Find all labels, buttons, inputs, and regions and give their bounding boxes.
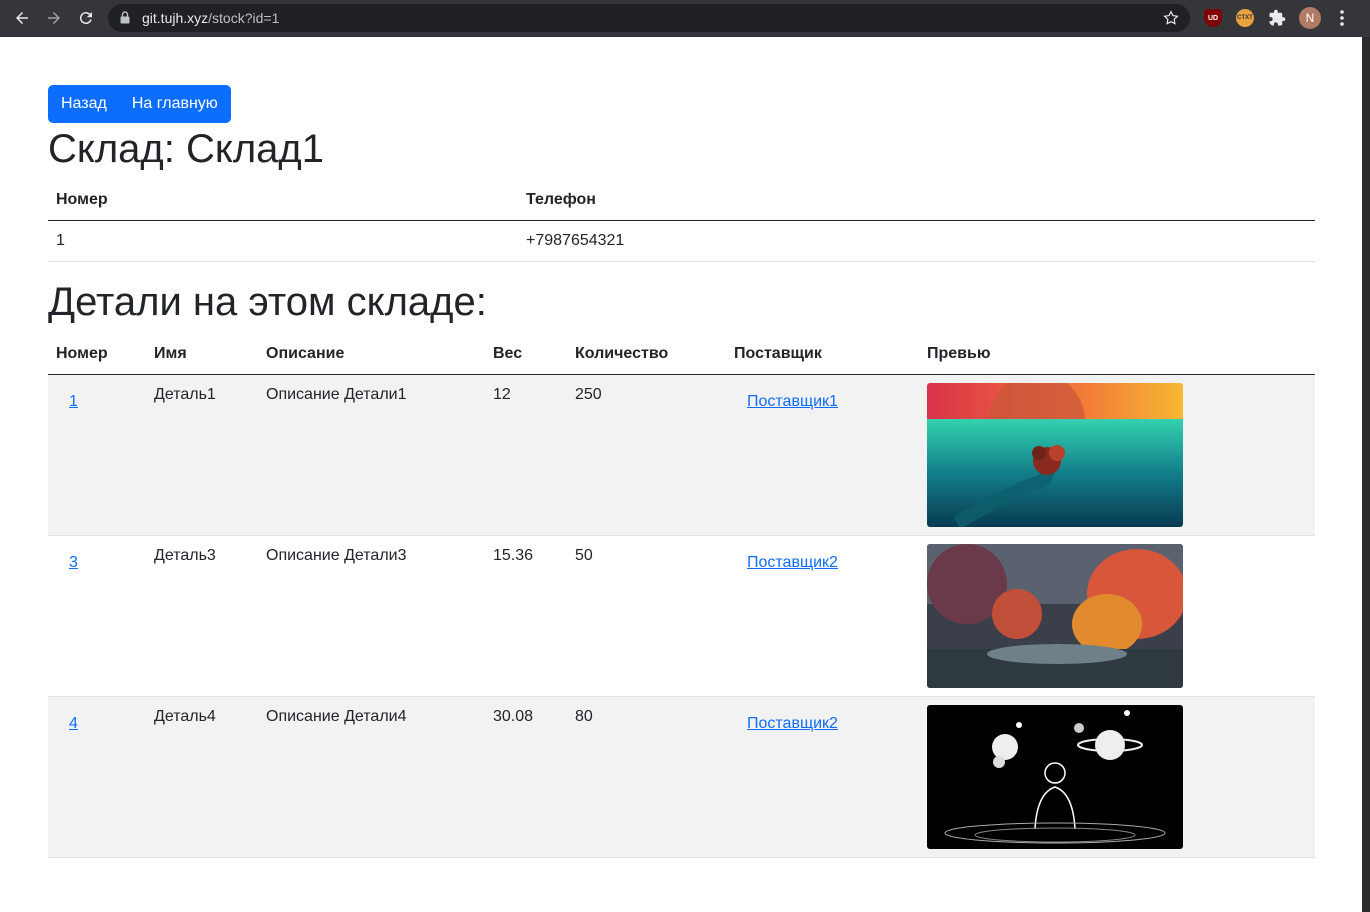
browser-toolbar: git.tujh.xyz/stock?id=1 UD CTXT N	[0, 0, 1370, 37]
ctxt-extension-icon[interactable]: CTXT	[1236, 9, 1254, 27]
reload-icon[interactable]	[75, 7, 97, 29]
preview-image-forest	[927, 543, 1183, 688]
part-weight-cell: 15.36	[493, 546, 534, 564]
part-weight-cell: 12	[493, 385, 511, 403]
header-name: Имя	[154, 344, 187, 362]
part-name-cell: Деталь4	[154, 707, 216, 725]
extensions-puzzle-icon[interactable]	[1268, 9, 1286, 27]
stock-number-cell: 1	[56, 231, 65, 249]
supplier-link[interactable]: Поставщик1	[747, 393, 838, 410]
url-text: git.tujh.xyz/stock?id=1	[142, 10, 280, 26]
header-number: Номер	[56, 344, 108, 362]
table-header-row: Номер Имя Описание Вес Количество Постав…	[48, 334, 1315, 374]
ublock-extension-icon[interactable]: UD	[1204, 9, 1222, 27]
table-header-row: Номер Телефон	[48, 180, 1315, 220]
preview-image-underwater	[927, 382, 1183, 527]
stock-phone-cell: +7987654321	[526, 231, 625, 249]
preview-image-space	[927, 704, 1183, 849]
header-description: Описание	[266, 344, 345, 362]
supplier-link[interactable]: Поставщик2	[747, 715, 838, 732]
window-edge	[1362, 37, 1370, 912]
kebab-menu-icon[interactable]	[1334, 8, 1350, 28]
header-number: Номер	[56, 190, 108, 208]
part-name-cell: Деталь1	[154, 385, 216, 403]
header-supplier: Поставщик	[734, 344, 822, 362]
parts-title: Детали на этом складе:	[48, 280, 487, 324]
part-quantity-cell: 250	[575, 385, 602, 403]
part-number-link[interactable]: 4	[69, 715, 78, 732]
table-row: 4 Деталь4 Описание Детали4 30.08 80 Пост…	[48, 696, 1315, 857]
lock-icon	[120, 11, 130, 24]
part-name-cell: Деталь3	[154, 546, 216, 564]
header-quantity: Количество	[575, 344, 669, 362]
stock-table: Номер Телефон 1 +7987654321	[48, 180, 1315, 262]
nav-button-group: Назад На главную	[48, 85, 231, 123]
parts-table: Номер Имя Описание Вес Количество Постав…	[48, 334, 1315, 858]
forward-arrow-icon[interactable]	[43, 7, 65, 29]
supplier-link[interactable]: Поставщик2	[747, 554, 838, 571]
part-description-cell: Описание Детали4	[266, 707, 407, 725]
part-quantity-cell: 50	[575, 546, 593, 564]
header-phone: Телефон	[526, 190, 596, 208]
bookmark-star-icon[interactable]	[1162, 9, 1180, 27]
part-weight-cell: 30.08	[493, 707, 534, 725]
table-row: 1 Деталь1 Описание Детали1 12 250 Постав…	[48, 374, 1315, 535]
table-row: 1 +7987654321	[48, 220, 1315, 261]
profile-avatar[interactable]: N	[1299, 7, 1321, 29]
part-number-link[interactable]: 1	[69, 393, 78, 410]
back-arrow-icon[interactable]	[11, 7, 33, 29]
part-number-link[interactable]: 3	[69, 554, 78, 571]
part-quantity-cell: 80	[575, 707, 593, 725]
home-button[interactable]: На главную	[120, 85, 231, 123]
back-button[interactable]: Назад	[48, 85, 120, 123]
header-preview: Превью	[927, 344, 991, 362]
address-bar[interactable]: git.tujh.xyz/stock?id=1	[108, 4, 1190, 32]
part-description-cell: Описание Детали3	[266, 546, 407, 564]
part-description-cell: Описание Детали1	[266, 385, 407, 403]
header-weight: Вес	[493, 344, 523, 362]
table-row: 3 Деталь3 Описание Детали3 15.36 50 Пост…	[48, 535, 1315, 696]
stock-title: Склад: Склад1	[48, 127, 324, 171]
